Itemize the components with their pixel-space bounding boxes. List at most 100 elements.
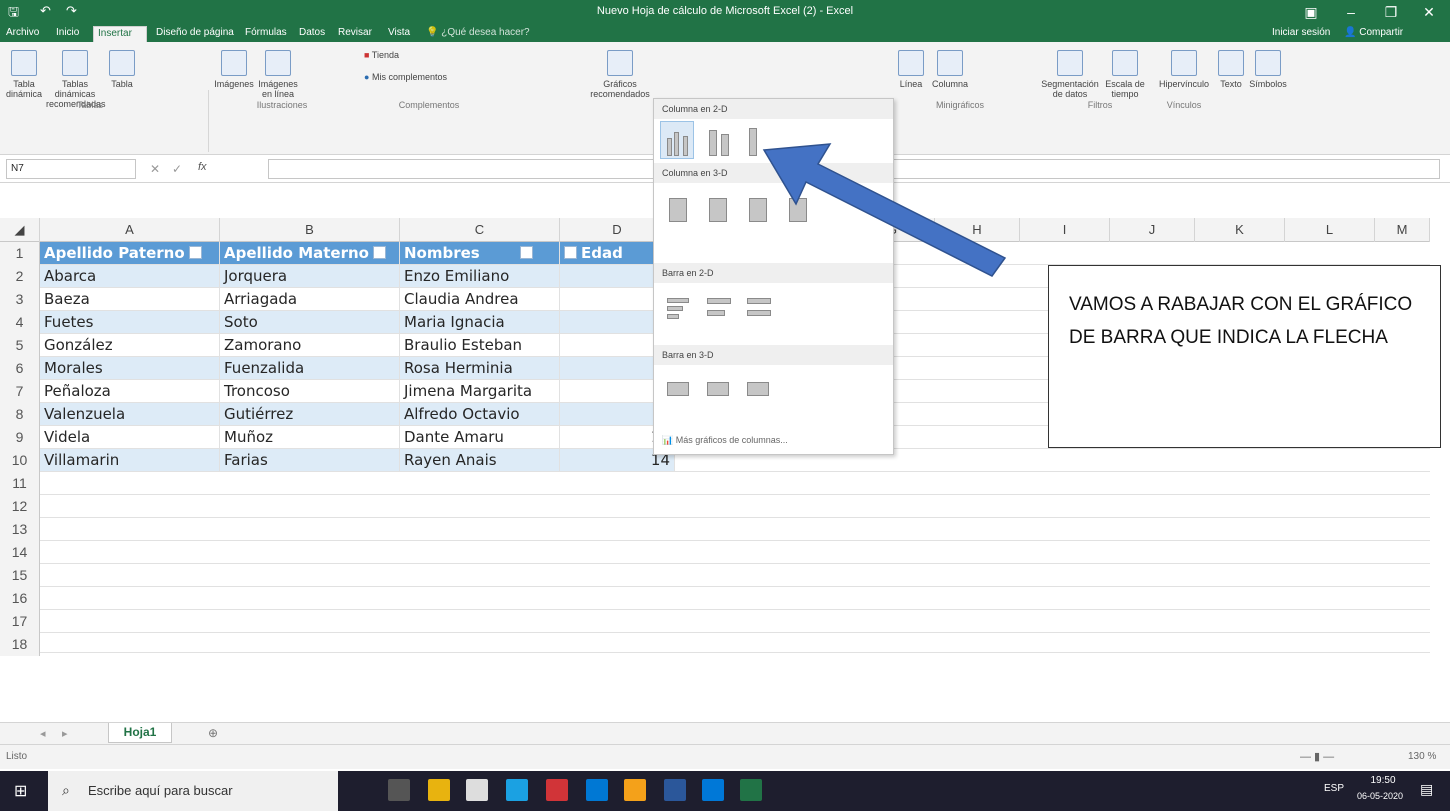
row-header[interactable]: 2 bbox=[0, 265, 40, 288]
prev-sheet-icon[interactable]: ◂ bbox=[40, 727, 46, 740]
sheet-tab-hoja1[interactable]: Hoja1 bbox=[108, 723, 172, 743]
cell[interactable]: Muñoz bbox=[220, 426, 400, 448]
table-header-cell[interactable]: Nombres bbox=[400, 242, 560, 264]
table-button[interactable]: Tabla bbox=[108, 50, 136, 89]
close-button[interactable]: ✕ bbox=[1412, 2, 1446, 22]
tab-revisar[interactable]: Revisar bbox=[334, 26, 376, 42]
next-sheet-icon[interactable]: ▸ bbox=[62, 727, 68, 740]
table-header-cell[interactable]: Apellido Materno bbox=[220, 242, 400, 264]
3d-percent-bar-option[interactable] bbox=[740, 371, 774, 409]
cell[interactable]: Rosa Herminia bbox=[400, 357, 560, 379]
filter-dropdown-icon[interactable] bbox=[564, 246, 577, 259]
row-header[interactable]: 9 bbox=[0, 426, 40, 449]
cell[interactable]: Rayen Anais bbox=[400, 449, 560, 471]
taskbar-search[interactable]: Escribe aquí para buscar bbox=[48, 771, 338, 811]
tab-inicio[interactable]: Inicio bbox=[52, 26, 83, 42]
edge-icon[interactable] bbox=[702, 779, 724, 801]
row-header[interactable]: 16 bbox=[0, 587, 40, 610]
tab-insertar[interactable]: Insertar bbox=[93, 26, 147, 42]
cell[interactable]: Abarca bbox=[40, 265, 220, 287]
enter-icon[interactable]: ✓ bbox=[172, 162, 182, 176]
file-explorer-icon[interactable] bbox=[428, 779, 450, 801]
cell[interactable]: Alfredo Octavio bbox=[400, 403, 560, 425]
cell[interactable]: Soto bbox=[220, 311, 400, 333]
cell[interactable]: Braulio Esteban bbox=[400, 334, 560, 356]
windows-start-icon[interactable]: ⊞ bbox=[14, 781, 27, 801]
language-indicator[interactable]: ESP bbox=[1324, 783, 1344, 794]
cell[interactable]: Dante Amaru bbox=[400, 426, 560, 448]
row-header[interactable]: 18 bbox=[0, 633, 40, 656]
pivot-table-button[interactable]: Tabla dinámica bbox=[4, 50, 44, 99]
cell[interactable]: Arriagada bbox=[220, 288, 400, 310]
row-header[interactable]: 6 bbox=[0, 357, 40, 380]
row-header[interactable]: 11 bbox=[0, 472, 40, 495]
store-button[interactable]: ■ Tienda bbox=[364, 50, 464, 60]
sparkline-column-button[interactable]: Columna bbox=[930, 50, 970, 89]
select-all-corner[interactable]: ◢ bbox=[0, 218, 40, 242]
cell[interactable]: Peñaloza bbox=[40, 380, 220, 402]
timeline-button[interactable]: Escala de tiempo bbox=[1100, 50, 1150, 99]
cell[interactable]: Claudia Andrea bbox=[400, 288, 560, 310]
pictures-button[interactable]: Imágenes bbox=[212, 50, 256, 89]
cell[interactable]: Baeza bbox=[40, 288, 220, 310]
row-header[interactable]: 8 bbox=[0, 403, 40, 426]
3d-stacked-column-option[interactable] bbox=[700, 187, 734, 225]
percent-bar-option[interactable] bbox=[740, 291, 774, 329]
3d-clustered-bar-option[interactable] bbox=[660, 371, 694, 409]
share-button[interactable]: 👤 Compartir bbox=[1340, 26, 1407, 42]
cell[interactable]: Troncoso bbox=[220, 380, 400, 402]
word-icon[interactable] bbox=[664, 779, 686, 801]
row-header[interactable]: 1 bbox=[0, 242, 40, 265]
col-header-j[interactable]: J bbox=[1110, 218, 1195, 242]
app-icon[interactable] bbox=[546, 779, 568, 801]
filter-dropdown-icon[interactable] bbox=[519, 246, 533, 259]
cell[interactable]: Valenzuela bbox=[40, 403, 220, 425]
row-header[interactable]: 12 bbox=[0, 495, 40, 518]
tab-vista[interactable]: Vista bbox=[384, 26, 414, 42]
cell[interactable]: Fuetes bbox=[40, 311, 220, 333]
tab-diseno[interactable]: Diseño de página bbox=[152, 26, 238, 42]
text-button[interactable]: Texto bbox=[1216, 50, 1246, 89]
col-header-b[interactable]: B bbox=[220, 218, 400, 242]
ribbon-display-icon[interactable]: ▣ bbox=[1294, 2, 1328, 22]
cancel-icon[interactable]: ✕ bbox=[150, 162, 160, 176]
cell[interactable]: Gutiérrez bbox=[220, 403, 400, 425]
task-view-icon[interactable] bbox=[388, 779, 410, 801]
clock-date[interactable]: 06-05-2020 bbox=[1348, 791, 1412, 801]
tab-archivo[interactable]: Archivo bbox=[2, 26, 43, 42]
signin-link[interactable]: Iniciar sesión bbox=[1268, 26, 1334, 42]
row-header[interactable]: 4 bbox=[0, 311, 40, 334]
sparkline-line-button[interactable]: Línea bbox=[896, 50, 926, 89]
row-header[interactable]: 14 bbox=[0, 541, 40, 564]
cell[interactable]: Videla bbox=[40, 426, 220, 448]
store-icon[interactable] bbox=[466, 779, 488, 801]
zoom-level[interactable]: 130 % bbox=[1408, 751, 1436, 762]
col-header-c[interactable]: C bbox=[400, 218, 560, 242]
row-header[interactable]: 5 bbox=[0, 334, 40, 357]
col-header-a[interactable]: A bbox=[40, 218, 220, 242]
row-header[interactable]: 7 bbox=[0, 380, 40, 403]
cell[interactable]: Maria Ignacia bbox=[400, 311, 560, 333]
row-header[interactable]: 10 bbox=[0, 449, 40, 472]
cell[interactable]: Farias bbox=[220, 449, 400, 471]
col-header-l[interactable]: L bbox=[1285, 218, 1375, 242]
row-header[interactable]: 15 bbox=[0, 564, 40, 587]
tab-formulas[interactable]: Fórmulas bbox=[241, 26, 291, 42]
table-header-cell[interactable]: Apellido Paterno bbox=[40, 242, 220, 264]
tab-datos[interactable]: Datos bbox=[295, 26, 329, 42]
row-header[interactable]: 3 bbox=[0, 288, 40, 311]
filter-dropdown-icon[interactable] bbox=[372, 246, 386, 259]
cell[interactable]: Fuenzalida bbox=[220, 357, 400, 379]
stacked-bar-option[interactable] bbox=[700, 291, 734, 329]
col-header-m[interactable]: M bbox=[1375, 218, 1430, 242]
row-header[interactable]: 13 bbox=[0, 518, 40, 541]
recommended-charts-button[interactable]: Gráficos recomendados bbox=[590, 50, 650, 99]
col-header-i[interactable]: I bbox=[1020, 218, 1110, 242]
col-header-k[interactable]: K bbox=[1195, 218, 1285, 242]
excel-taskbar-icon[interactable] bbox=[740, 779, 762, 801]
slicer-button[interactable]: Segmentación de datos bbox=[1040, 50, 1100, 99]
cell[interactable]: Zamorano bbox=[220, 334, 400, 356]
tell-me-box[interactable]: 💡 ¿Qué desea hacer? bbox=[422, 26, 534, 42]
notifications-icon[interactable]: ▤ bbox=[1420, 781, 1433, 798]
my-addins-button[interactable]: ● Mis complementos bbox=[364, 72, 484, 82]
